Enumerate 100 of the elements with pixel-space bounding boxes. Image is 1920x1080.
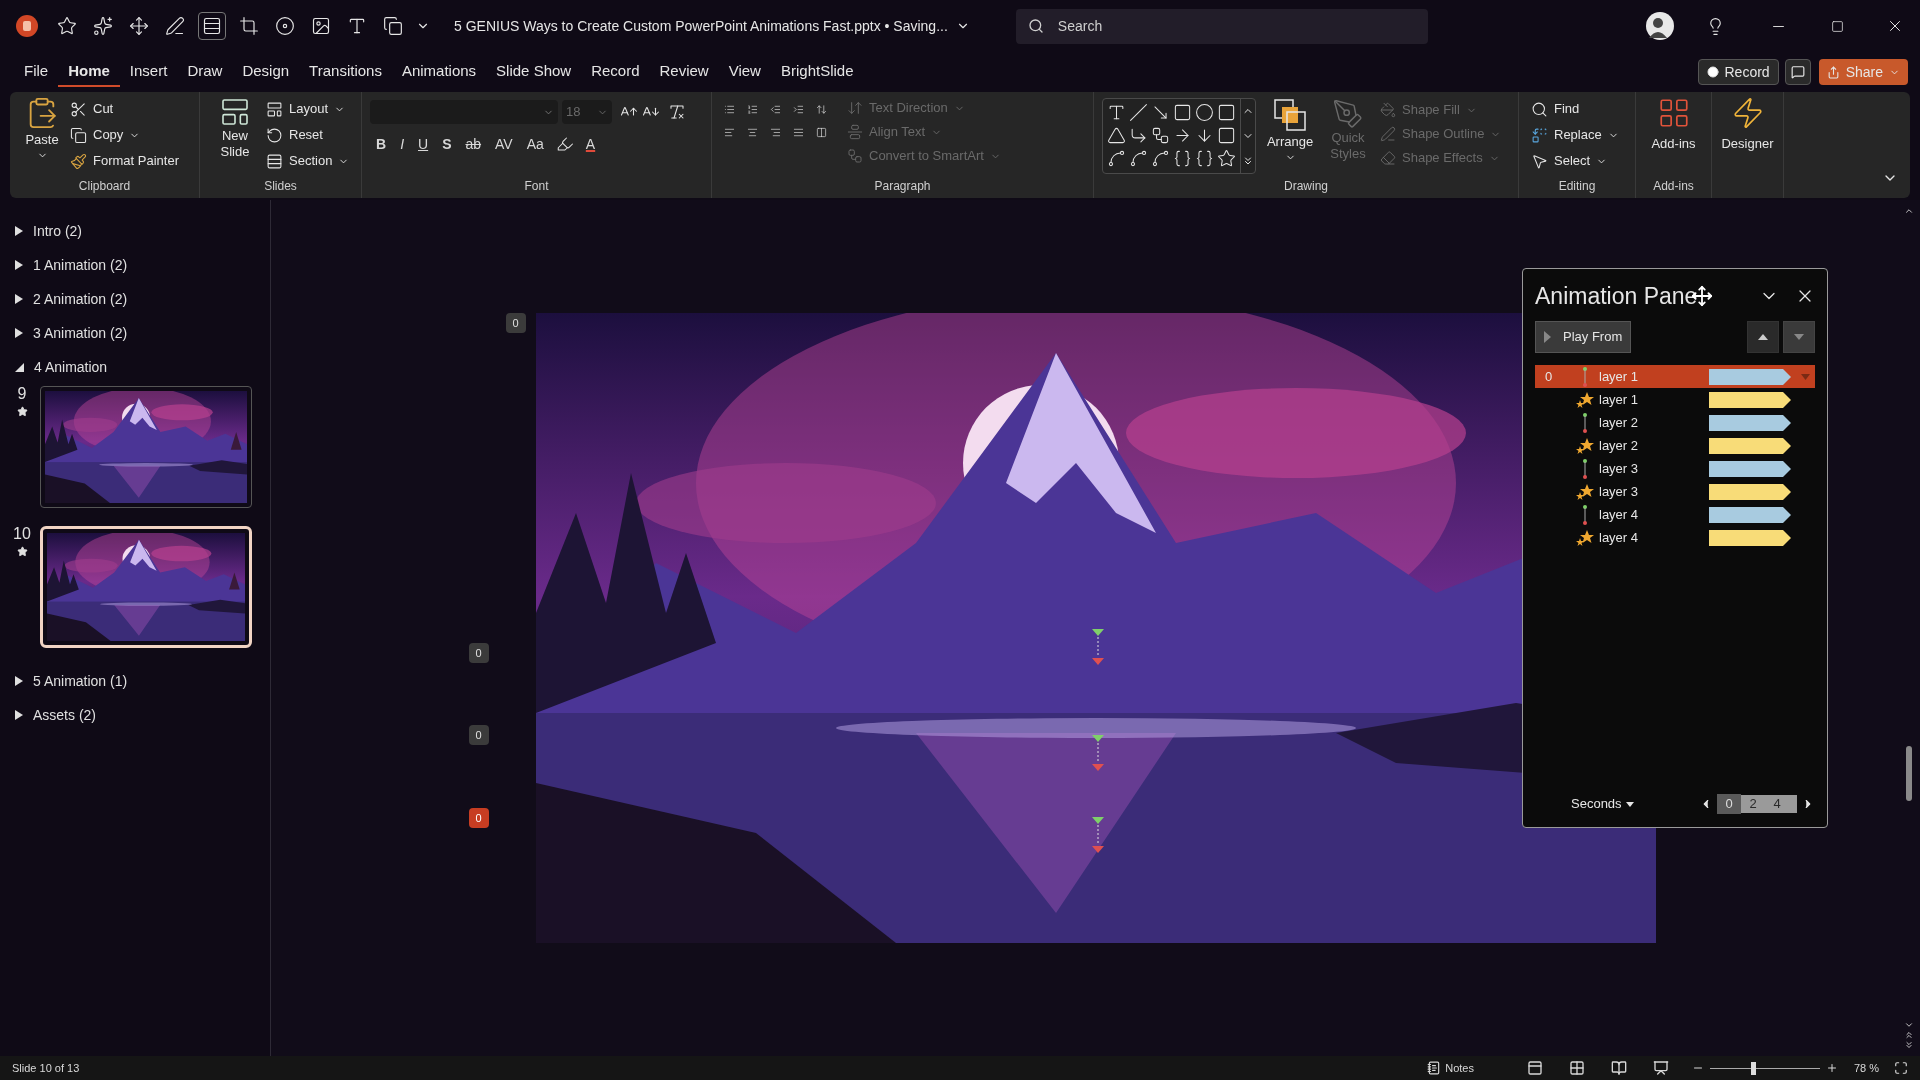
animation-tag[interactable]: 0	[468, 808, 489, 828]
menu-tab[interactable]: Slide Show	[486, 57, 582, 87]
toolbar-icon[interactable]	[275, 16, 295, 36]
notes-button[interactable]: Notes	[1427, 1059, 1474, 1077]
seconds-dropdown[interactable]: Seconds	[1571, 794, 1634, 814]
format-button[interactable]: Aa	[520, 132, 550, 156]
shape-icon[interactable]	[1173, 103, 1192, 122]
shape-icon[interactable]	[1195, 149, 1214, 168]
clear-formatting-icon[interactable]	[668, 103, 686, 121]
shape-icon[interactable]	[1107, 103, 1126, 122]
avatar[interactable]	[1646, 12, 1674, 40]
shape-icon[interactable]	[1151, 103, 1170, 122]
expand-arrow-icon[interactable]	[15, 226, 23, 236]
expand-arrow-icon[interactable]	[15, 328, 23, 338]
animation-tag[interactable]: 0	[505, 313, 526, 333]
toolbar-icon[interactable]	[383, 16, 403, 36]
section-header[interactable]: 3 Animation (2)	[0, 316, 270, 350]
section-header[interactable]: 1 Animation (2)	[0, 248, 270, 282]
section-header[interactable]: 4 Animation	[0, 350, 270, 384]
reading-view-icon[interactable]	[1611, 1060, 1627, 1076]
scroll-up-icon[interactable]	[1904, 206, 1914, 216]
next-slide-icon[interactable]	[1904, 1040, 1914, 1050]
section-header[interactable]: 2 Animation (2)	[0, 282, 270, 316]
menu-tab[interactable]: Home	[58, 57, 120, 87]
shape-icon[interactable]	[1129, 103, 1148, 122]
expand-arrow-icon[interactable]	[15, 294, 23, 304]
menu-tab[interactable]: Insert	[119, 57, 178, 87]
format-button[interactable]: S	[436, 132, 458, 156]
menu-tab[interactable]: Record	[581, 57, 650, 87]
animation-item[interactable]: layer 3	[1535, 480, 1815, 503]
animation-tag[interactable]: 0	[468, 643, 489, 663]
toolbar-icon[interactable]	[129, 16, 149, 36]
highlighter-icon[interactable]	[555, 135, 574, 153]
shape-icon[interactable]	[1129, 149, 1148, 168]
menu-tab[interactable]: File	[14, 57, 59, 87]
document-title[interactable]: 5 GENIUS Ways to Create Custom PowerPoint Animations Fast.pptx • Saving...	[454, 15, 970, 37]
toolbar-icon[interactable]	[93, 16, 113, 36]
animation-item[interactable]: layer 4	[1535, 526, 1815, 549]
expand-arrow-icon[interactable]	[15, 676, 23, 686]
play-from-button[interactable]: Play From	[1535, 321, 1632, 353]
expand-arrow-icon[interactable]	[15, 710, 23, 720]
zoom-in-icon[interactable]	[1826, 1062, 1838, 1074]
slide-sorter-icon[interactable]	[1569, 1060, 1585, 1076]
comments-button[interactable]	[1784, 59, 1811, 85]
section-button[interactable]: Section	[262, 148, 354, 174]
format-painter-button[interactable]: Format Painter	[66, 148, 183, 174]
format-button[interactable]: ab	[459, 132, 488, 156]
new-slide-button[interactable]: New Slide	[212, 96, 258, 180]
menu-tab[interactable]: View	[718, 57, 771, 87]
toolbar-icon[interactable]	[311, 16, 331, 36]
section-header[interactable]: 5 Animation (1)	[0, 664, 270, 698]
share-button[interactable]: Share	[1818, 59, 1908, 85]
shape-icon[interactable]	[1151, 149, 1170, 168]
format-button[interactable]: I	[394, 132, 410, 156]
slide-show-icon[interactable]	[1653, 1060, 1669, 1076]
fit-slide-icon[interactable]	[1894, 1061, 1908, 1075]
animation-item[interactable]: 0 layer 1	[1535, 365, 1815, 388]
scrollbar[interactable]	[1904, 206, 1914, 1050]
more-icon[interactable]	[1242, 154, 1254, 167]
expand-arrow-icon[interactable]	[15, 260, 23, 270]
font-name-field[interactable]	[370, 100, 558, 124]
animation-item[interactable]: layer 1	[1535, 388, 1815, 411]
scroll-down-icon[interactable]	[1904, 1020, 1914, 1030]
shape-icon[interactable]	[1107, 126, 1126, 145]
toolbar-icon[interactable]	[165, 16, 185, 36]
cut-button[interactable]: Cut	[66, 96, 183, 122]
section-header[interactable]: Assets (2)	[0, 698, 270, 732]
toolbar-icon[interactable]	[202, 16, 222, 36]
select-button[interactable]: Select	[1527, 148, 1627, 174]
toolbar-icon[interactable]	[347, 16, 367, 36]
designer-button[interactable]: Designer	[1712, 96, 1783, 154]
shape-icon[interactable]	[1195, 126, 1214, 145]
shape-icon[interactable]	[1217, 126, 1236, 145]
format-button[interactable]: U	[412, 132, 435, 156]
animation-item[interactable]: layer 2	[1535, 434, 1815, 457]
shapes-gallery[interactable]	[1102, 98, 1256, 174]
animation-item[interactable]: layer 4	[1535, 503, 1815, 526]
format-button[interactable]: B	[370, 132, 393, 156]
layout-button[interactable]: Layout	[262, 96, 354, 122]
toolbar-icon[interactable]	[57, 16, 77, 36]
shape-icon[interactable]	[1173, 126, 1192, 145]
add-ins-button[interactable]: Add-ins	[1636, 96, 1711, 180]
restore-icon[interactable]	[1831, 19, 1844, 33]
normal-view-icon[interactable]	[1527, 1060, 1543, 1076]
move-up-button[interactable]	[1747, 321, 1779, 353]
search-field[interactable]: Search	[1015, 8, 1428, 44]
menu-tab[interactable]: Animations	[391, 57, 487, 87]
toolbar-icon[interactable]	[239, 16, 259, 36]
arrange-button[interactable]: Arrange	[1264, 98, 1316, 180]
animation-item[interactable]: layer 3	[1535, 457, 1815, 480]
copy-button[interactable]: Copy	[66, 122, 183, 148]
find-button[interactable]: Find	[1527, 96, 1627, 122]
shape-icon[interactable]	[1173, 149, 1192, 168]
menu-tab[interactable]: Draw	[177, 57, 233, 87]
collapse-arrow-icon[interactable]	[15, 362, 24, 372]
format-button[interactable]: AV	[489, 132, 519, 156]
shape-icon[interactable]	[1217, 149, 1236, 168]
shape-icon[interactable]	[1129, 126, 1148, 145]
reset-button[interactable]: Reset	[262, 122, 354, 148]
menu-tab[interactable]: Transitions	[299, 57, 392, 87]
